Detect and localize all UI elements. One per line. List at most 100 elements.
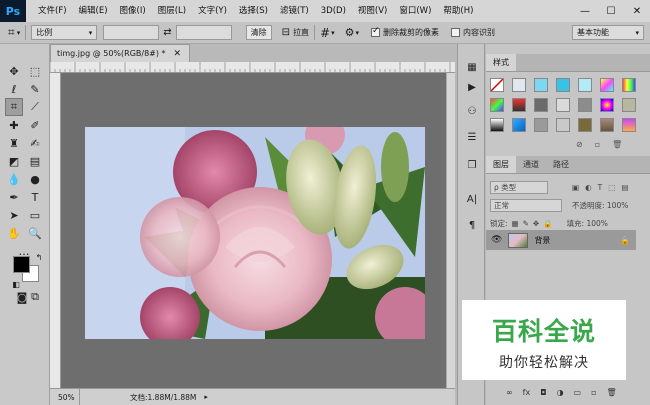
eyedropper-tool-icon[interactable]: ⟋ [26,98,44,116]
straighten-icon[interactable]: ⊟ [282,27,290,38]
ratio-select[interactable]: 比例 ▾ [31,25,98,40]
style-swatch[interactable] [578,98,592,112]
layer-row[interactable]: 👁 背景 🔒 [486,230,636,250]
blur-tool-icon[interactable]: 💧 [5,170,23,188]
checkbox-icon[interactable] [451,28,461,37]
close-icon[interactable]: ✕ [174,49,182,59]
style-swatch[interactable] [556,98,570,112]
clone-stamp-tool-icon[interactable]: ♜ [5,134,23,152]
style-swatch[interactable] [578,78,592,92]
maximize-button[interactable]: ☐ [598,0,624,22]
crop-tool-icon[interactable]: ⌗ [5,98,23,116]
opacity-label[interactable]: 不透明度: 100% [572,200,628,211]
hand-tool-icon[interactable]: ✋ [5,224,23,242]
style-swatch[interactable] [512,98,526,112]
lasso-tool-icon[interactable]: ℓ [5,80,23,98]
filter-smart-icon[interactable]: ▤ [621,183,628,192]
style-swatch[interactable] [534,98,548,112]
style-swatch-none[interactable] [490,78,504,92]
layer-name[interactable]: 背景 [534,235,550,246]
move-tool-icon[interactable]: ✥ [5,62,23,80]
straighten-label[interactable]: 拉直 [293,27,309,38]
properties-panel-icon[interactable]: ☰ [463,128,481,146]
tab-paths[interactable]: 路径 [546,156,576,173]
layer-style-icon[interactable]: fx [523,388,531,397]
group-icon[interactable]: ▭ [574,388,582,397]
adjustments-panel-icon[interactable]: ⚇ [463,102,481,120]
filter-pixel-icon[interactable]: ▣ [572,183,579,192]
menu-view[interactable]: 视图(V) [352,0,393,22]
tab-channels[interactable]: 通道 [516,156,546,173]
filter-type-icon[interactable]: T [598,183,603,192]
menu-edit[interactable]: 编辑(E) [73,0,114,22]
style-swatch[interactable] [556,118,570,132]
rectangle-tool-icon[interactable]: ▭ [26,206,44,224]
eraser-tool-icon[interactable]: ◩ [5,152,23,170]
tab-layers[interactable]: 图层 [486,156,516,173]
foreground-color-swatch[interactable] [13,256,30,273]
quick-select-tool-icon[interactable]: ✎ [26,80,44,98]
layer-filter-select[interactable]: ρ 类型 [490,180,548,194]
document-image[interactable] [85,127,425,339]
zoom-tool-icon[interactable]: 🔍 [26,224,44,242]
lock-transparent-icon[interactable]: ▦ [512,219,519,228]
delete-icon[interactable]: 🗑 [612,140,622,149]
style-swatch[interactable] [534,78,548,92]
close-button[interactable]: ✕ [624,0,650,22]
width-input[interactable] [103,25,160,40]
style-swatch[interactable] [622,78,636,92]
layer-mask-icon[interactable]: ◘ [540,388,546,397]
filter-adjust-icon[interactable]: ◐ [585,183,592,192]
pen-tool-icon[interactable]: ✒ [5,188,23,206]
visibility-eye-icon[interactable]: 👁 [491,235,502,245]
new-style-icon[interactable]: ▫ [595,140,600,149]
swap-icon[interactable]: ⇄ [163,27,171,38]
healing-brush-tool-icon[interactable]: ✚ [5,116,23,134]
type-tool-icon[interactable]: T [26,188,44,206]
gradient-tool-icon[interactable]: ▤ [26,152,44,170]
filter-shape-icon[interactable]: ⬚ [608,183,615,192]
menu-select[interactable]: 选择(S) [233,0,274,22]
style-swatch[interactable] [556,78,570,92]
content-aware-checkbox[interactable]: 内容识别 [451,27,495,38]
menu-type[interactable]: 文字(Y) [192,0,233,22]
gear-icon[interactable]: ⚙ [345,26,355,39]
lock-brush-icon[interactable]: ✎ [523,219,529,228]
style-swatch[interactable] [512,118,526,132]
dodge-tool-icon[interactable]: ● [26,170,44,188]
path-select-tool-icon[interactable]: ➤ [5,206,23,224]
navigator-panel-icon[interactable]: ❐ [463,156,481,174]
menu-3d[interactable]: 3D(D) [315,0,352,22]
chevron-down-icon[interactable]: ▾ [356,29,360,37]
clear-button[interactable]: 清除 [245,25,272,40]
character-panel-icon[interactable]: A| [463,190,481,208]
tab-styles[interactable]: 样式 [486,54,516,71]
paragraph-panel-icon[interactable]: ¶ [463,216,481,234]
style-swatch[interactable] [534,118,548,132]
blend-mode-select[interactable]: 正常 [490,198,562,212]
fill-label[interactable]: 填充: 100% [567,218,608,229]
new-layer-icon[interactable]: ▫ [591,388,596,397]
zoom-level[interactable]: 50% [50,388,80,405]
history-panel-icon[interactable]: ▦ [463,58,481,76]
adjustment-layer-icon[interactable]: ◑ [557,388,564,397]
checkbox-checked-icon[interactable] [371,26,381,37]
workspace-select[interactable]: 基本功能 ▾ [572,25,644,40]
lock-move-icon[interactable]: ✥ [533,219,539,228]
screen-mode-icon[interactable]: ⧉ [26,288,44,306]
delete-layer-icon[interactable]: 🗑 [607,388,617,397]
link-layers-icon[interactable]: ∞ [506,388,513,397]
vertical-scrollbar[interactable] [446,73,455,388]
lock-all-icon[interactable]: 🔒 [543,219,552,228]
style-swatch[interactable] [512,78,526,92]
actions-panel-icon[interactable]: ▶ [463,78,481,96]
brush-tool-icon[interactable]: ✐ [26,116,44,134]
style-swatch[interactable] [600,118,614,132]
menu-window[interactable]: 窗口(W) [393,0,437,22]
swap-colors-icon[interactable]: ↰ [30,248,48,266]
height-input[interactable] [175,25,232,40]
delete-cropped-checkbox[interactable]: 删除裁剪的像素 [371,26,439,38]
chevron-down-icon[interactable]: ▾ [17,29,21,37]
style-swatch[interactable] [622,98,636,112]
chevron-right-icon[interactable]: ▸ [204,393,208,401]
